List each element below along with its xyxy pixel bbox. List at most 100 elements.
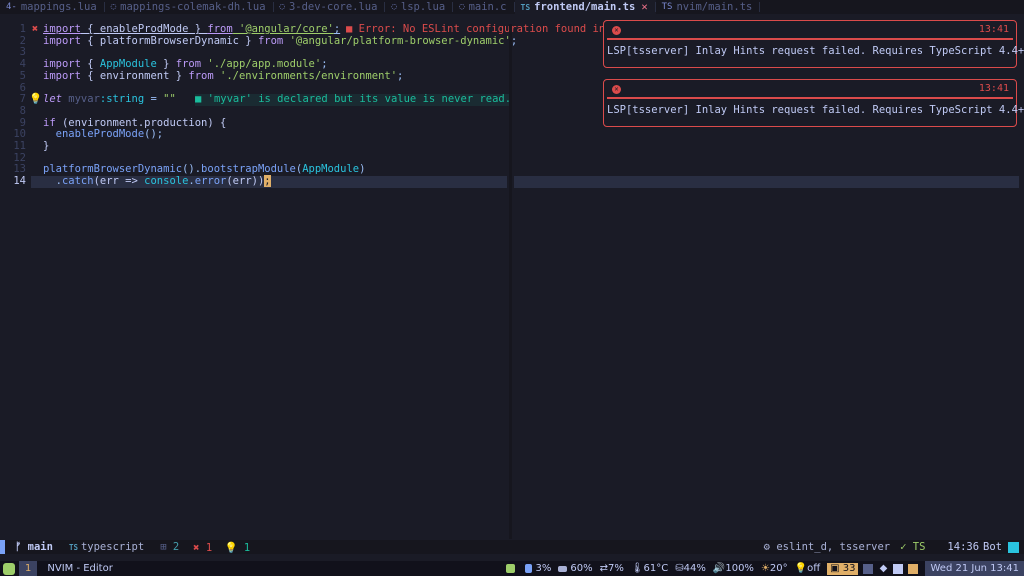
typescript-icon: TS — [520, 2, 531, 12]
code-token: { — [80, 58, 100, 71]
error-icon: ✕ — [612, 26, 621, 35]
buffer-tab[interactable]: ◌ 3-dev-core.lua — [274, 0, 386, 14]
code-token: from — [257, 34, 284, 47]
git-branch: ᚠ main — [15, 541, 53, 553]
cursor-line-col: 14:36 — [947, 541, 980, 553]
code-line[interactable]: 14 .catch(err => console.error(err)); — [0, 175, 1024, 188]
file-icon: 4- — [6, 2, 17, 12]
notification-error[interactable]: ✕ 13:41 LSP[tsserver] Inlay Hints reques… — [603, 20, 1024, 68]
code-token: import — [43, 58, 81, 71]
notification-divider — [607, 38, 1013, 40]
updates-badge[interactable]: ▣ 33 — [827, 562, 859, 575]
diff-added-icon: ⊞ — [160, 541, 167, 553]
code-token: = — [144, 93, 164, 106]
window-split-divider[interactable] — [509, 24, 512, 539]
code-text: import { environment } from './environme… — [43, 69, 403, 83]
tray-app-icon[interactable] — [908, 563, 919, 574]
treesitter-icon: ✓ — [900, 541, 907, 553]
filetype: TS typescript — [69, 541, 144, 553]
treesitter-status: ✓ TS — [900, 541, 925, 553]
cpu-module: 3% — [525, 563, 551, 574]
code-token: './app/app.module' — [201, 58, 322, 71]
code-text: let myvar:string = "" — [43, 93, 176, 106]
mode-indicator — [0, 540, 5, 554]
code-token: enableProdMode — [99, 23, 189, 35]
git-branch-icon: ᚠ — [15, 541, 22, 553]
code-token: console — [144, 175, 189, 188]
hint-count: 1 — [243, 541, 251, 554]
code-token: "" — [163, 93, 176, 106]
buffer-tab[interactable]: TS frontend/main.ts ✕ — [514, 0, 656, 14]
close-tab-icon[interactable]: ✕ — [641, 1, 647, 13]
code-token: (environment.production) { — [55, 116, 227, 129]
code-token: from — [207, 23, 233, 35]
code-line[interactable]: 11} — [0, 140, 1024, 153]
buffer-tab[interactable]: ◌ mappings-colemak-dh.lua — [105, 0, 274, 14]
code-token: from — [188, 69, 214, 82]
temperature-module: 🌡 61°C — [631, 563, 668, 574]
code-token: { environment } — [80, 69, 189, 82]
tray-diamond-icon[interactable]: ◆ — [878, 563, 888, 574]
window-title: NVIM - Editor — [47, 563, 113, 574]
typescript-icon: TS — [661, 2, 673, 12]
git-branch-name: main — [27, 541, 53, 553]
buffer-tab-label: 3-dev-core.lua — [288, 1, 378, 13]
lightbulb-icon: 💡 — [794, 563, 808, 574]
lsp-clients-label: eslint_d, tsserver — [776, 541, 891, 553]
buffer-tab[interactable]: ◌ lsp.lua — [385, 0, 454, 14]
weather-temp: 20° — [769, 563, 788, 574]
memory-module: 60% — [558, 563, 593, 574]
system-taskbar: 1 NVIM - Editor 3% 60% ⇄ 7% 🌡 61°C ⛁ 44% 🔊 1… — [0, 561, 1024, 576]
buffer-tab[interactable]: 4- mappings.lua — [0, 0, 105, 14]
line-number: 8 — [19, 104, 26, 117]
diagnostics-summary: ✖ 1 💡 1 — [193, 541, 250, 554]
code-token: AppModule — [99, 58, 157, 71]
clock[interactable]: Wed 21 Jun 13:41 — [925, 561, 1024, 576]
window-layout-icon[interactable] — [506, 564, 518, 573]
file-icon: ◌ — [391, 2, 397, 12]
error-icon: ✕ — [612, 85, 621, 94]
cpu-icon — [525, 564, 533, 573]
tray-app-icon[interactable] — [863, 563, 874, 574]
statusline: ᚠ main TS typescript ⊞ 2 ✖ 1 💡 1 ⚙ eslint… — [0, 540, 1024, 554]
cursorline-highlight — [514, 176, 1019, 188]
code-token: ; — [333, 23, 341, 35]
buffer-tabline: 4- mappings.lua ◌ mappings-colemak-dh.lua ◌ 3… — [0, 0, 1024, 14]
buffer-tab[interactable]: TS nvim/main.ts — [656, 0, 761, 14]
swap-icon: ⇄ — [599, 563, 608, 574]
code-line[interactable]: 10 enableProdMode(); — [0, 128, 1024, 141]
typescript-icon: TS — [68, 543, 78, 552]
code-token: myvar — [61, 93, 100, 106]
code-token: enableProdMode — [43, 128, 145, 141]
code-token: import — [43, 23, 81, 35]
code-text: .catch(err => console.error(err)); — [43, 175, 271, 188]
buffer-tab-label: lsp.lua — [400, 1, 446, 13]
swap-module: ⇄ 7% — [600, 563, 624, 574]
code-token: . — [43, 175, 62, 188]
workspace-1[interactable]: 1 — [19, 561, 38, 576]
scroll-position: Bot — [983, 541, 1002, 553]
code-token: import — [43, 34, 81, 47]
line-number: 1 — [19, 23, 26, 35]
buffer-tab-label: mappings-colemak-dh.lua — [120, 1, 266, 13]
frog-logo-icon[interactable] — [3, 562, 15, 575]
code-token: import — [43, 69, 81, 82]
scrollbar-indicator — [1008, 541, 1019, 553]
disk-usage: 44% — [683, 563, 706, 574]
bulb-module[interactable]: 💡 off — [795, 563, 820, 574]
tray-app-icon[interactable] — [893, 563, 904, 574]
cursor: ; — [264, 175, 271, 188]
buffer-tab[interactable]: ◌ main.c — [453, 0, 515, 14]
tab-separator — [759, 2, 761, 12]
virtual-text-hint: ■ 'myvar' is declared but its value is n… — [195, 93, 512, 106]
filetype-label: typescript — [80, 541, 145, 553]
weather-module: ☀ 20° — [761, 563, 788, 574]
line-number: 11 — [13, 140, 26, 152]
code-token: ; — [321, 58, 328, 71]
code-token: (err => — [93, 175, 145, 188]
temperature: 61°C — [643, 563, 669, 574]
code-token: bootstrapModule — [201, 163, 296, 176]
disk-icon: ⛁ — [675, 563, 684, 574]
notification-error[interactable]: ✕ 13:41 LSP[tsserver] Inlay Hints reques… — [603, 79, 1024, 127]
volume-module[interactable]: 🔊 100% — [713, 563, 754, 574]
